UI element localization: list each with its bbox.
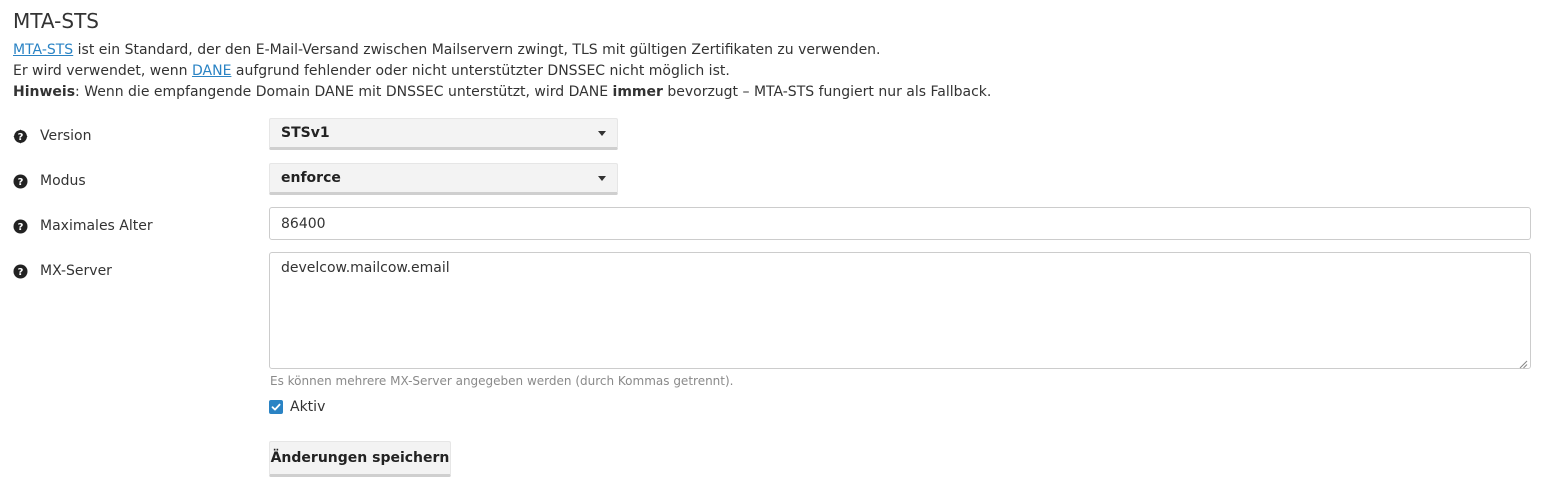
description-text-2b: aufgrund fehlender oder nicht unterstütz… [231,63,730,79]
dane-link[interactable]: DANE [192,63,231,79]
mx-server-value: develcow.mailcow.email [281,260,450,276]
svg-text:?: ? [18,222,24,233]
check-icon [271,403,281,411]
emphasis-immer: immer [612,84,663,100]
version-selected-value: STSv1 [281,125,330,141]
description-line-3: Hinweis: Wenn die empfangende Domain DAN… [13,82,991,103]
description-text-3b: bevorzugt – MTA-STS fungiert nur als Fal… [662,84,992,100]
description-line-2: Er wird verwendet, wenn DANE aufgrund fe… [13,61,991,82]
page-title: MTA-STS [13,9,99,33]
active-checkbox-row[interactable]: Aktiv [269,399,325,415]
max-age-label: Maximales Alter [40,218,153,234]
caret-down-icon [598,130,606,136]
description-line-1: MTA-STS ist ein Standard, der den E-Mail… [13,40,991,61]
active-checkbox[interactable] [269,400,283,414]
description: MTA-STS ist ein Standard, der den E-Mail… [13,40,991,103]
description-text-1: ist ein Standard, der den E-Mail-Versand… [73,42,881,58]
save-changes-label: Änderungen speichern [270,450,450,466]
max-age-label-row: ? Maximales Alter [13,216,153,236]
question-circle-icon[interactable]: ? [13,219,28,234]
resize-handle-icon[interactable] [1519,357,1528,369]
max-age-value: 86400 [281,215,326,232]
description-text-2a: Er wird verwendet, wenn [13,63,192,79]
mx-server-label: MX-Server [40,263,112,279]
question-circle-icon[interactable]: ? [13,264,28,279]
mta-sts-link[interactable]: MTA-STS [13,42,73,58]
version-label-row: ? Version [13,126,91,146]
svg-text:?: ? [18,267,24,278]
caret-down-icon [598,175,606,181]
mode-select[interactable]: enforce [269,163,618,195]
mx-server-hint: Es können mehrere MX-Server angegeben we… [270,374,734,388]
svg-text:?: ? [18,132,24,143]
svg-text:?: ? [18,177,24,188]
max-age-input[interactable]: 86400 [269,207,1531,240]
version-select[interactable]: STSv1 [269,118,618,150]
mx-server-textarea[interactable]: develcow.mailcow.email [269,252,1531,369]
mode-selected-value: enforce [281,170,341,186]
hint-label: Hinweis [13,84,76,100]
question-circle-icon[interactable]: ? [13,174,28,189]
version-label: Version [40,128,92,144]
mode-label: Modus [40,173,86,189]
save-changes-button[interactable]: Änderungen speichern [269,441,451,477]
active-label: Aktiv [290,399,326,415]
mx-server-label-row: ? MX-Server [13,261,112,281]
question-circle-icon[interactable]: ? [13,129,28,144]
mode-label-row: ? Modus [13,171,86,191]
description-text-3a: : Wenn die empfangende Domain DANE mit D… [75,84,613,100]
